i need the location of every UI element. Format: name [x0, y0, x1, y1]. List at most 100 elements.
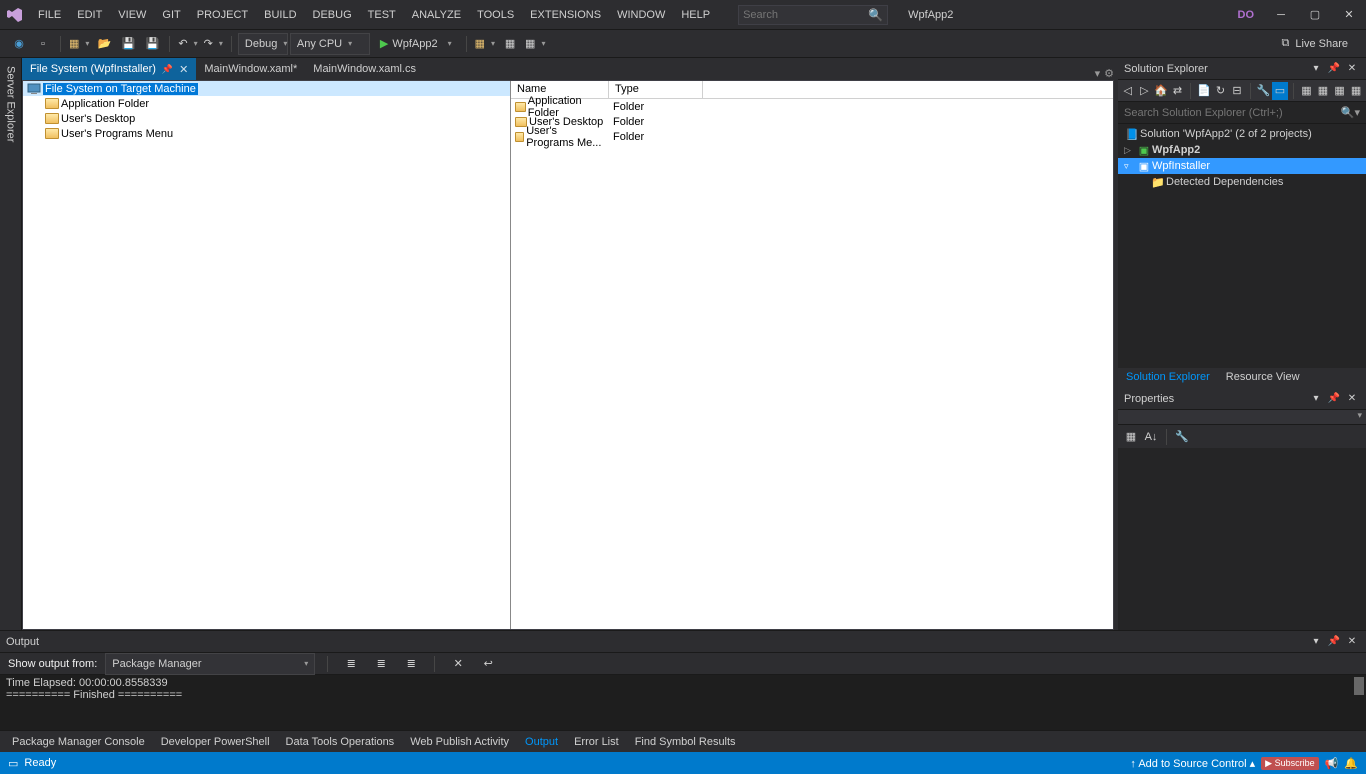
tree-programs-menu[interactable]: User's Programs Menu	[23, 126, 510, 141]
nav-back-button[interactable]: ◉	[8, 33, 30, 55]
bt-webpublish[interactable]: Web Publish Activity	[402, 732, 517, 752]
panel-menu-icon[interactable]: ▾	[1308, 391, 1324, 407]
se-back-icon[interactable]: ◁	[1120, 82, 1136, 100]
liveshare-button[interactable]: ⧉ Live Share	[1272, 37, 1358, 50]
user-badge[interactable]: DO	[1228, 9, 1265, 21]
maximize-button[interactable]: ▢	[1298, 0, 1332, 30]
menu-extensions[interactable]: EXTENSIONS	[522, 0, 609, 30]
properties-combo[interactable]: ▾	[1118, 410, 1366, 424]
start-button[interactable]: ▶ WpfApp2▾	[372, 33, 460, 55]
se-search-input[interactable]	[1124, 107, 1341, 119]
menu-debug[interactable]: DEBUG	[305, 0, 360, 30]
se-tab-solution[interactable]: Solution Explorer	[1118, 368, 1218, 388]
tab-mainwindow-xaml[interactable]: MainWindow.xaml*	[196, 58, 305, 80]
undo-button[interactable]: ↶▾	[176, 33, 199, 55]
close-icon[interactable]: ✕	[1344, 61, 1360, 77]
menu-edit[interactable]: EDIT	[69, 0, 110, 30]
nav-fwd-button[interactable]: ▫	[32, 33, 54, 55]
save-button[interactable]: 💾	[117, 33, 139, 55]
config-dropdown[interactable]: Debug▾	[238, 33, 288, 55]
panel-menu-icon[interactable]: ▾	[1308, 61, 1324, 77]
se-collapse-icon[interactable]: ⊟	[1229, 82, 1245, 100]
alpha-icon[interactable]: A↓	[1142, 428, 1160, 446]
bt-output[interactable]: Output	[517, 732, 566, 752]
menu-help[interactable]: HELP	[673, 0, 718, 30]
se-prop3-icon[interactable]: ▦	[1332, 82, 1348, 100]
se-showall-icon[interactable]: 🔧	[1256, 82, 1272, 100]
close-icon[interactable]: ✕	[179, 63, 188, 76]
close-icon[interactable]: ✕	[1344, 634, 1360, 650]
bt-errorlist[interactable]: Error List	[566, 732, 627, 752]
close-icon[interactable]: ✕	[1344, 391, 1360, 407]
search-input[interactable]	[743, 9, 868, 21]
panel-menu-icon[interactable]: ▾	[1308, 634, 1324, 650]
detected-dependencies[interactable]: 📁 Detected Dependencies	[1118, 174, 1366, 190]
menu-build[interactable]: BUILD	[256, 0, 304, 30]
se-preview-icon[interactable]: ▭	[1272, 82, 1288, 100]
project-node-wpfinstaller[interactable]: ▿ ▣ WpfInstaller	[1118, 158, 1366, 174]
se-tab-resource[interactable]: Resource View	[1218, 368, 1308, 388]
new-button[interactable]: ▦▾	[67, 33, 91, 55]
tab-mainwindow-cs[interactable]: MainWindow.xaml.cs	[305, 58, 424, 80]
list-row[interactable]: Application Folder Folder	[511, 99, 1113, 114]
se-fwd-icon[interactable]: ▷	[1137, 82, 1153, 100]
menu-git[interactable]: GIT	[154, 0, 188, 30]
scrollbar-thumb[interactable]	[1354, 677, 1364, 695]
col-type[interactable]: Type	[609, 81, 703, 98]
out-clear-icon[interactable]: ✕	[447, 653, 469, 675]
bt-findsymbol[interactable]: Find Symbol Results	[627, 732, 744, 752]
out-btn2[interactable]: ≣	[370, 653, 392, 675]
se-sync-icon[interactable]: 📄	[1196, 82, 1212, 100]
tb-icon-1[interactable]: ▦▾	[473, 33, 497, 55]
project-node-wpfapp2[interactable]: ▷ ▣ WpfApp2	[1118, 142, 1366, 158]
tab-overflow-icon[interactable]: ▾	[1095, 67, 1101, 80]
expand-icon[interactable]: ▷	[1124, 145, 1136, 156]
tab-gear-icon[interactable]: ⚙	[1104, 67, 1114, 80]
se-prop2-icon[interactable]: ▦	[1315, 82, 1331, 100]
list-row[interactable]: User's Programs Me... Folder	[511, 129, 1113, 144]
menu-window[interactable]: WINDOW	[609, 0, 673, 30]
save-all-button[interactable]: 💾	[141, 33, 163, 55]
pin-icon[interactable]: 📌	[1326, 61, 1342, 77]
tree-app-folder[interactable]: Application Folder	[23, 96, 510, 111]
out-btn1[interactable]: ≣	[340, 653, 362, 675]
menu-test[interactable]: TEST	[360, 0, 404, 30]
close-button[interactable]: ✕	[1332, 0, 1366, 30]
bt-pmc[interactable]: Package Manager Console	[4, 732, 153, 752]
redo-button[interactable]: ↷▾	[202, 33, 225, 55]
pin-icon[interactable]: 📌	[1326, 634, 1342, 650]
open-button[interactable]: 📂	[93, 33, 115, 55]
menu-project[interactable]: PROJECT	[189, 0, 256, 30]
wrench-icon[interactable]: 🔧	[1173, 428, 1191, 446]
out-btn3[interactable]: ≣	[400, 653, 422, 675]
filesystem-tree[interactable]: File System on Target Machine Applicatio…	[23, 81, 511, 629]
tab-filesystem[interactable]: File System (WpfInstaller) 📌 ✕	[22, 58, 196, 80]
menu-view[interactable]: VIEW	[110, 0, 154, 30]
server-explorer-tab[interactable]: Server Explorer	[0, 58, 22, 630]
se-home-icon[interactable]: 🏠	[1153, 82, 1169, 100]
menu-file[interactable]: FILE	[30, 0, 69, 30]
output-body[interactable]: Time Elapsed: 00:00:00.8558339 =========…	[0, 675, 1366, 730]
pin-icon[interactable]: 📌	[162, 64, 173, 75]
menu-analyze[interactable]: ANALYZE	[404, 0, 469, 30]
menu-tools[interactable]: TOOLS	[469, 0, 522, 30]
minimize-button[interactable]: ─	[1264, 0, 1298, 30]
tb-icon-2[interactable]: ▦	[499, 33, 521, 55]
bt-powershell[interactable]: Developer PowerShell	[153, 732, 278, 752]
pin-icon[interactable]: 📌	[1326, 391, 1342, 407]
solution-explorer-search[interactable]: 🔍▾	[1118, 102, 1366, 124]
se-refresh-icon[interactable]: ↻	[1213, 82, 1229, 100]
filesystem-list[interactable]: Name Type Application Folder Folder User…	[511, 81, 1113, 629]
se-prop-icon[interactable]: ▦	[1299, 82, 1315, 100]
solution-node[interactable]: 📘 Solution 'WpfApp2' (2 of 2 projects)	[1118, 126, 1366, 142]
tb-icon-3[interactable]: ▦▾	[523, 33, 547, 55]
se-switch-icon[interactable]: ⇄	[1170, 82, 1186, 100]
expand-icon[interactable]: ▿	[1124, 161, 1136, 172]
solution-tree[interactable]: 📘 Solution 'WpfApp2' (2 of 2 projects) ▷…	[1118, 124, 1366, 368]
categorize-icon[interactable]: ▦	[1122, 428, 1140, 446]
out-wrap-icon[interactable]: ↩	[477, 653, 499, 675]
platform-dropdown[interactable]: Any CPU▾	[290, 33, 370, 55]
tree-root[interactable]: File System on Target Machine	[23, 81, 510, 96]
tree-desktop[interactable]: User's Desktop	[23, 111, 510, 126]
titlebar-search[interactable]: 🔍	[738, 5, 888, 25]
